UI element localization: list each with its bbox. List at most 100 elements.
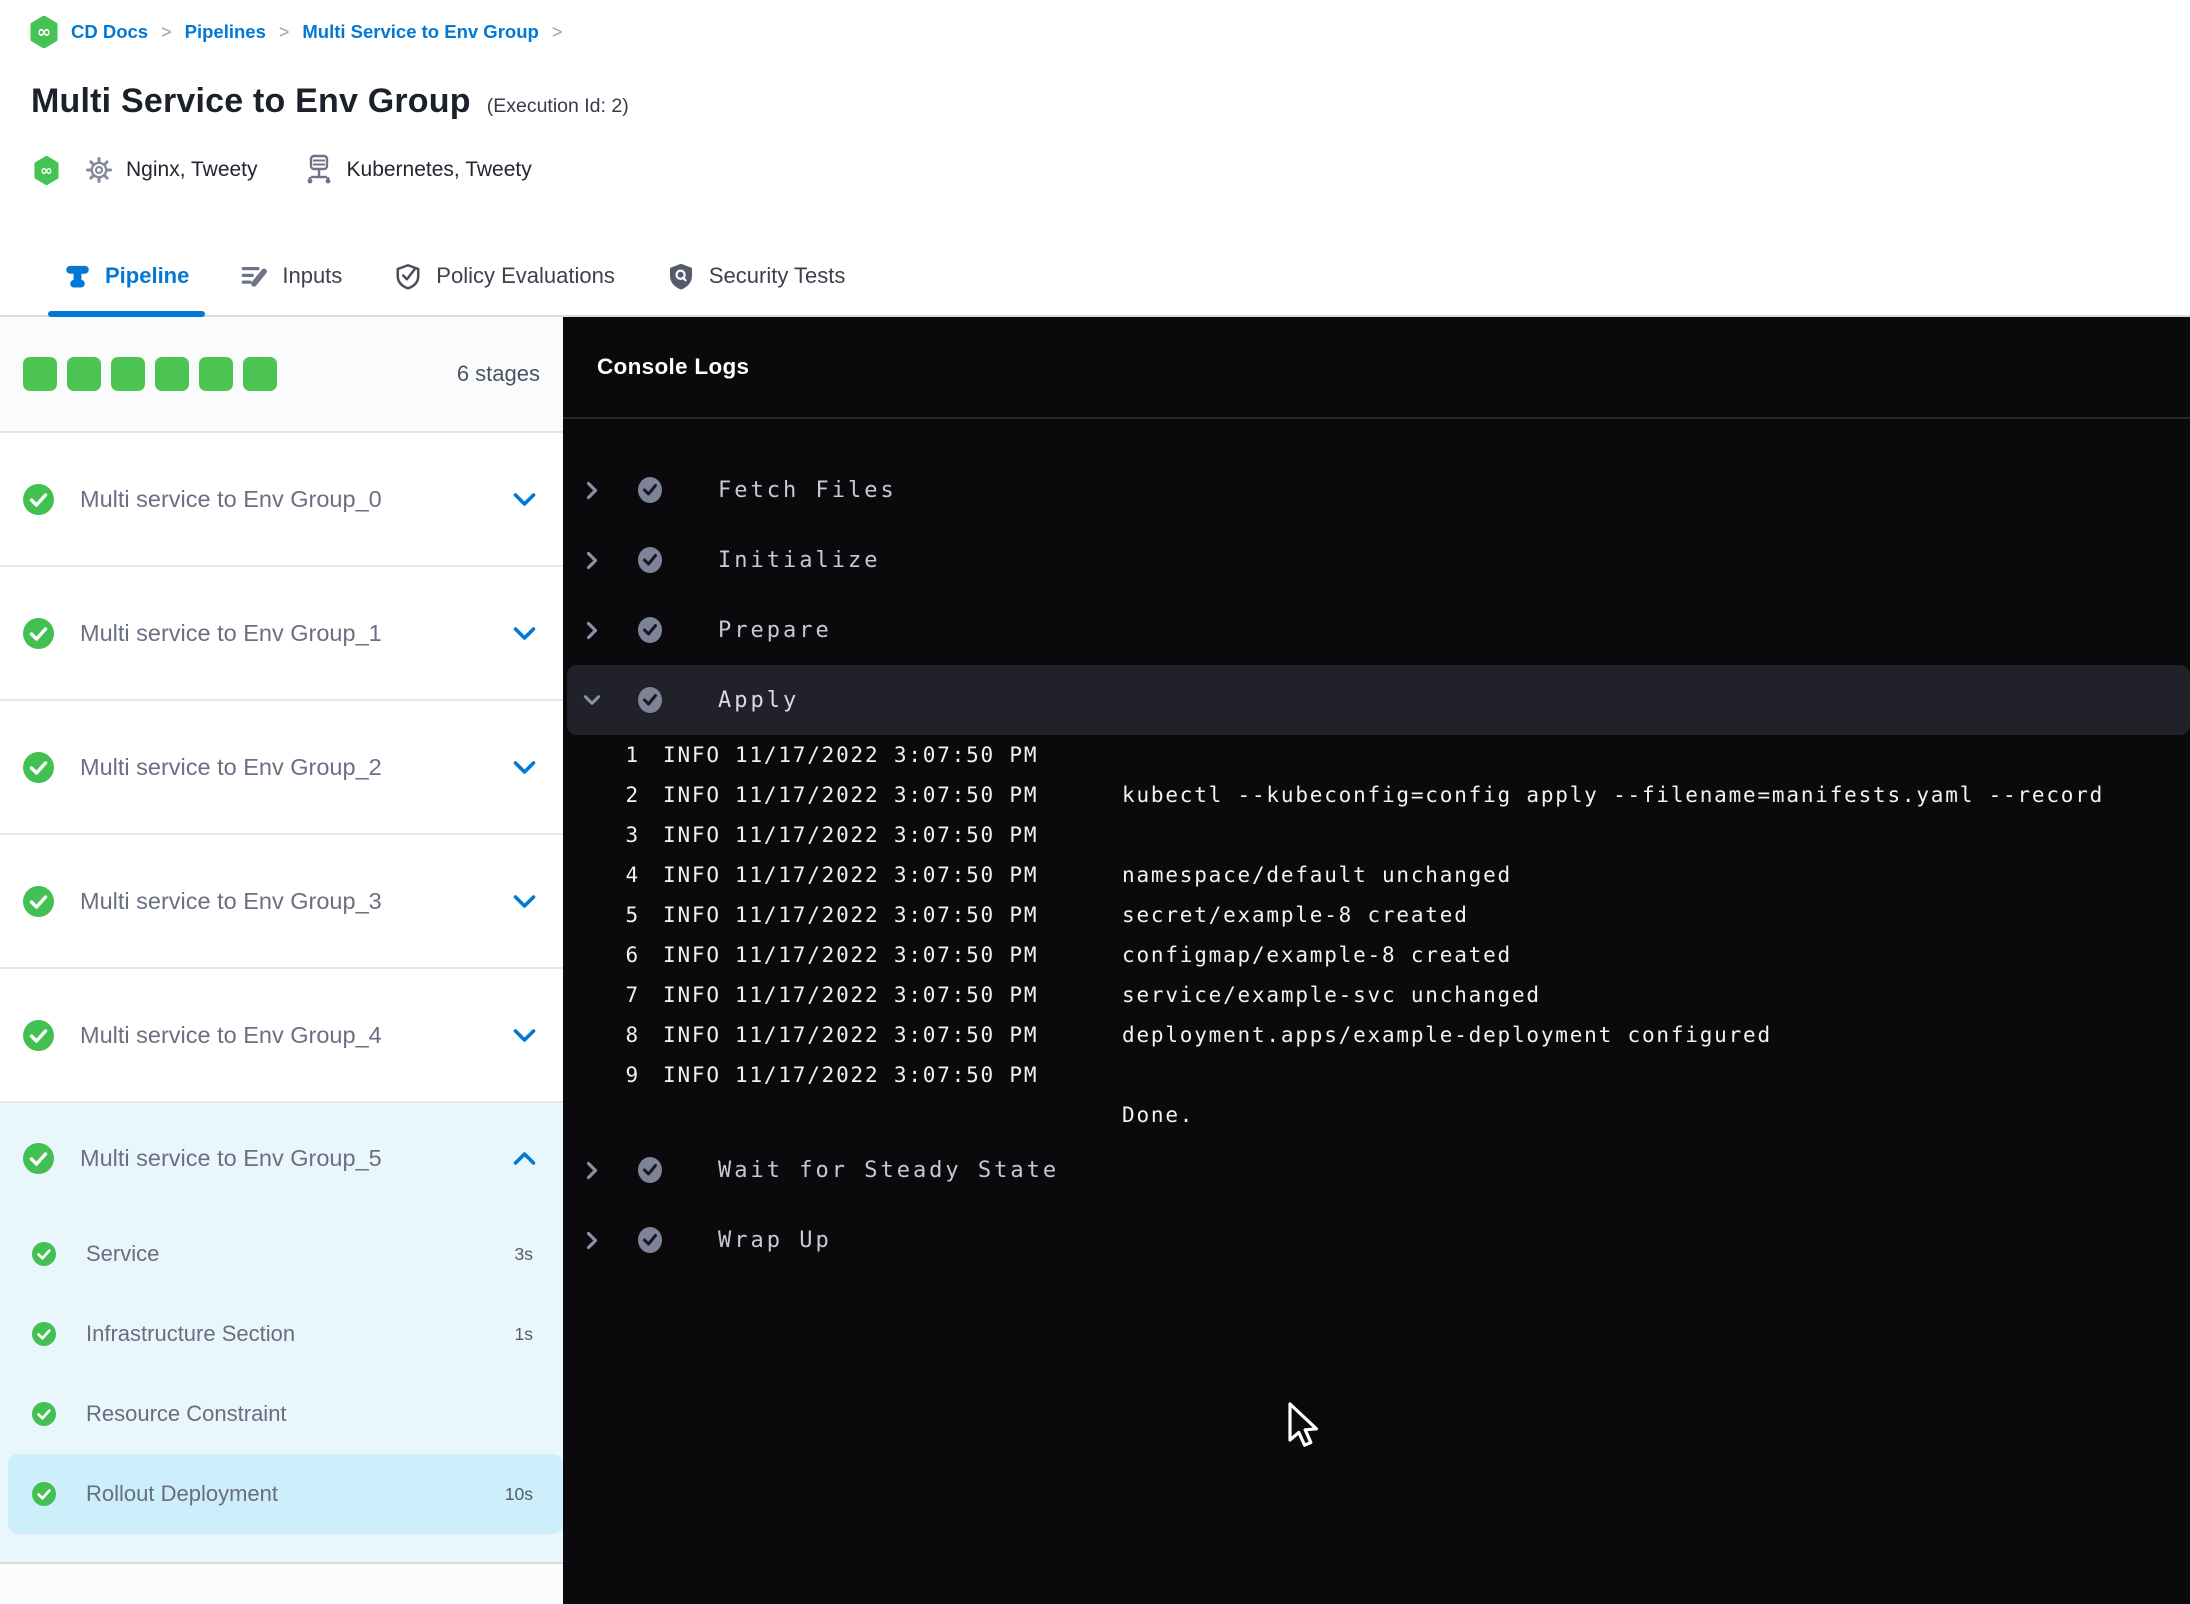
log-timestamp: 11/17/2022 3:07:50 PM	[735, 823, 1039, 847]
step-row-infrastructure[interactable]: Infrastructure Section 1s	[0, 1294, 563, 1374]
console-step-prepare[interactable]: Prepare	[563, 595, 2190, 665]
log-message: namespace/default unchanged	[1122, 863, 1512, 887]
stage-progress-square	[243, 357, 277, 391]
chevron-down-icon[interactable]	[507, 482, 541, 516]
chevron-up-icon[interactable]	[507, 1142, 541, 1176]
chevron-right-icon[interactable]	[583, 1231, 601, 1250]
tab-bar: Pipeline Inputs Policy Evaluations Secur…	[0, 237, 2190, 317]
step-label: Rollout Deployment	[86, 1481, 278, 1506]
step-duration: 3s	[514, 1243, 533, 1264]
content: 6 stages Multi service to Env Group_0 Mu…	[0, 317, 2190, 1604]
stage-progress-square	[111, 357, 145, 391]
services-label[interactable]: Nginx, Tweety	[126, 158, 258, 182]
step-row-rollout-deployment[interactable]: Rollout Deployment 10s	[8, 1454, 563, 1534]
step-row-service[interactable]: Service 3s	[0, 1214, 563, 1294]
step-row-resource-constraint[interactable]: Resource Constraint	[0, 1374, 563, 1454]
chevron-down-icon[interactable]	[507, 750, 541, 784]
chevron-down-icon[interactable]	[507, 1018, 541, 1052]
environments-icon	[307, 154, 330, 184]
console-body: Fetch Files Initialize Prepare Apply 1 I…	[563, 419, 2190, 1275]
breadcrumb-cd-docs[interactable]: CD Docs	[71, 21, 148, 43]
log-line-number: 7	[625, 983, 640, 1007]
log-line-tail: Done.	[563, 1095, 2190, 1135]
stage-progress-squares	[23, 357, 277, 391]
console-step-wait-for-steady-state[interactable]: Wait for Steady State	[563, 1135, 2190, 1205]
console-header: Console Logs	[563, 317, 2190, 419]
console-step-label: Prepare	[718, 617, 832, 643]
console-step-label: Initialize	[718, 547, 881, 573]
log-line-number: 2	[625, 783, 640, 807]
log-level: INFO	[663, 743, 721, 767]
chevron-down-icon[interactable]	[507, 616, 541, 650]
tab-pipeline[interactable]: Pipeline	[47, 237, 206, 317]
harness-cd-icon	[34, 155, 59, 185]
log-level: INFO	[663, 943, 721, 967]
stage-label: Multi service to Env Group_0	[80, 485, 382, 512]
breadcrumb: CD Docs > Pipelines > Multi Service to E…	[30, 16, 562, 48]
console-step-label: Wait for Steady State	[718, 1157, 1060, 1183]
harness-logo-icon	[30, 16, 58, 48]
chevron-down-icon[interactable]	[507, 884, 541, 918]
policy-evaluations-icon	[396, 263, 420, 290]
console-step-apply[interactable]: Apply	[567, 665, 2190, 735]
log-level: INFO	[663, 983, 721, 1007]
log-timestamp: 11/17/2022 3:07:50 PM	[735, 743, 1039, 767]
log-line-number: 8	[625, 1023, 640, 1047]
log-line: 9 INFO 11/17/2022 3:07:50 PM	[563, 1055, 2190, 1095]
stage-row[interactable]: Multi service to Env Group_0	[0, 433, 563, 567]
stage-count-label: 6 stages	[456, 361, 540, 386]
stage-label: Multi service to Env Group_4	[80, 1021, 382, 1048]
chevron-down-icon[interactable]	[583, 694, 601, 706]
tab-policy-evaluations[interactable]: Policy Evaluations	[394, 237, 615, 315]
stage-progress-square	[67, 357, 101, 391]
stage-row[interactable]: Multi service to Env Group_4	[0, 969, 563, 1103]
log-line-number: 9	[625, 1063, 640, 1087]
success-check-icon	[32, 1242, 56, 1266]
stage-row[interactable]: Multi service to Env Group_1	[0, 567, 563, 701]
console-panel: Console Logs Fetch Files Initialize Prep…	[563, 317, 2190, 1604]
log-timestamp: 11/17/2022 3:07:50 PM	[735, 783, 1039, 807]
log-level: INFO	[663, 1023, 721, 1047]
step-label: Resource Constraint	[86, 1401, 287, 1426]
log-message: configmap/example-8 created	[1122, 943, 1512, 967]
tab-label: Policy Evaluations	[436, 263, 615, 288]
breadcrumb-separator: >	[161, 21, 172, 42]
stage-row[interactable]: Multi service to Env Group_3	[0, 835, 563, 969]
mouse-cursor	[1288, 1402, 1318, 1447]
tab-security-tests[interactable]: Security Tests	[667, 237, 845, 315]
page-title: Multi Service to Env Group	[31, 82, 471, 120]
environments-label[interactable]: Kubernetes, Tweety	[347, 158, 532, 182]
breadcrumb-separator: >	[278, 21, 290, 42]
stage-panel: 6 stages Multi service to Env Group_0 Mu…	[0, 317, 563, 1604]
success-check-icon	[23, 885, 54, 917]
log-line-number: 5	[625, 903, 640, 927]
stage-row-expanded[interactable]: Multi service to Env Group_5	[0, 1103, 563, 1214]
console-step-fetch-files[interactable]: Fetch Files	[563, 455, 2190, 525]
chevron-right-icon[interactable]	[583, 481, 601, 500]
log-line-number: 3	[625, 823, 640, 847]
success-badge-icon	[637, 616, 663, 644]
breadcrumb-pipeline-name[interactable]: Multi Service to Env Group	[302, 21, 538, 43]
log-timestamp: 11/17/2022 3:07:50 PM	[735, 1063, 1039, 1087]
console-step-wrap-up[interactable]: Wrap Up	[563, 1205, 2190, 1275]
tab-inputs[interactable]: Inputs	[241, 237, 342, 315]
console-step-initialize[interactable]: Initialize	[563, 525, 2190, 595]
chevron-right-icon[interactable]	[583, 621, 601, 640]
success-check-icon	[32, 1482, 56, 1506]
pipeline-execution-screen: CD Docs > Pipelines > Multi Service to E…	[0, 0, 2190, 1604]
app-header: CD Docs > Pipelines > Multi Service to E…	[0, 0, 2190, 237]
log-timestamp: 11/17/2022 3:07:50 PM	[735, 1023, 1039, 1047]
log-message: Done.	[1122, 1103, 1195, 1127]
log-level: INFO	[663, 863, 721, 887]
breadcrumb-pipelines[interactable]: Pipelines	[185, 21, 266, 43]
chevron-right-icon[interactable]	[583, 551, 601, 570]
breadcrumb-separator: >	[551, 21, 563, 42]
log-message: secret/example-8 created	[1122, 903, 1469, 927]
log-line: 7 INFO 11/17/2022 3:07:50 PM service/exa…	[563, 975, 2190, 1015]
stage-row[interactable]: Multi service to Env Group_2	[0, 701, 563, 835]
stage-panel-filler	[0, 1564, 563, 1604]
chevron-right-icon[interactable]	[583, 1161, 601, 1180]
log-level: INFO	[663, 823, 721, 847]
execution-id: (Execution Id: 2)	[486, 95, 629, 117]
step-label: Infrastructure Section	[86, 1321, 296, 1346]
